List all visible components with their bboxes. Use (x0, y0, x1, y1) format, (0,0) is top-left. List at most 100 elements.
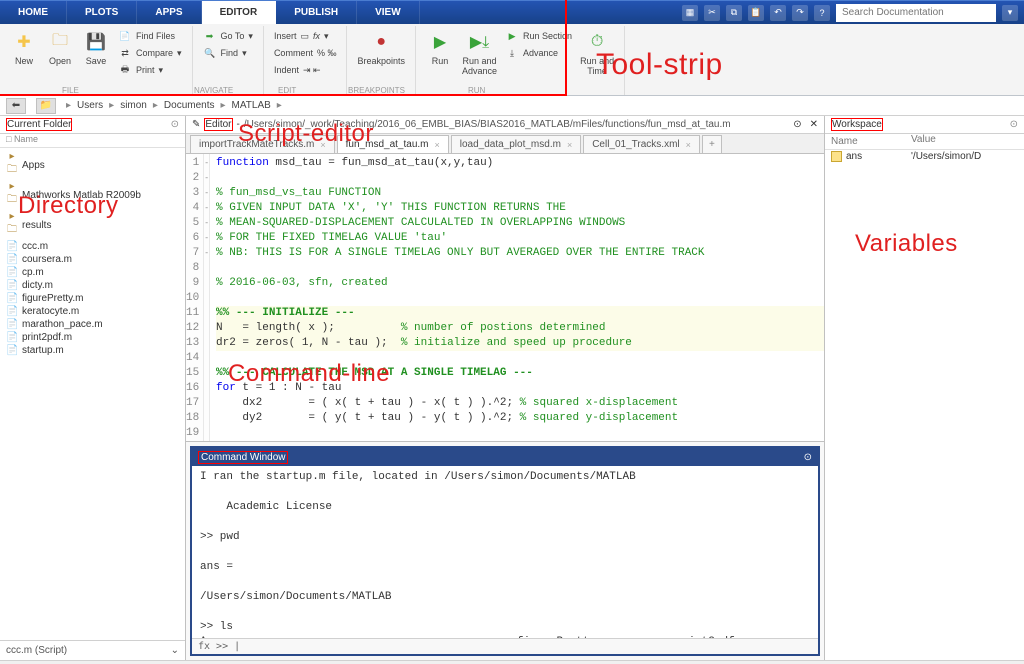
tab-view[interactable]: VIEW (357, 1, 420, 24)
find-files-icon: 📄 (118, 29, 132, 43)
tab-label: importTrackMateTracks.m (199, 139, 314, 150)
insert-button[interactable]: Insert ▭ fx ▾ (270, 28, 341, 44)
group-file-label: FILE (62, 86, 79, 95)
run-section-button[interactable]: ▶Run Section (501, 28, 576, 44)
editor-tabbar: importTrackMateTracks.m×fun_msd_at_tau.m… (186, 134, 824, 154)
close-icon[interactable]: × (567, 140, 572, 150)
editor-title-bar: ✎ Editor - /Users/simon/_work/Teaching/2… (186, 116, 824, 134)
file-item[interactable]: 📄figurePretty.m (2, 292, 183, 305)
panel-menu-icon[interactable]: ⊙ (1010, 119, 1018, 130)
bc-matlab[interactable]: MATLAB (232, 100, 271, 111)
current-folder-title: Current Folder ⊙ (0, 116, 185, 134)
run-button[interactable]: ▶ Run (422, 28, 458, 68)
item-label: startup.m (22, 345, 64, 356)
editor-close-icon[interactable]: ✕ (810, 119, 818, 130)
file-info-selector[interactable]: ccc.m (Script) ⌄ (0, 640, 185, 660)
folder-item[interactable]: ▸ 🗀 Apps (2, 150, 183, 180)
editor-tab[interactable]: Cell_01_Tracks.xml× (583, 135, 700, 153)
file-item[interactable]: 📄startup.m (2, 344, 183, 357)
command-output[interactable]: I ran the startup.m file, located in /Us… (192, 466, 818, 638)
indent-button[interactable]: Indent ⇥ ⇤ (270, 62, 341, 78)
code-editor[interactable]: 123456789101112131415161718192021 ------… (186, 154, 824, 442)
breakpoint-icon: ● (369, 30, 393, 54)
item-label: ccc.m (22, 241, 48, 252)
tab-publish[interactable]: PUBLISH (276, 1, 357, 24)
folder-icon: ▸ 🗀 (6, 151, 18, 179)
bc-users[interactable]: Users (77, 100, 103, 111)
redo-icon[interactable]: ↷ (792, 5, 808, 21)
help-icon[interactable]: ? (814, 5, 830, 21)
folder-item[interactable]: ▸ 🗀 results (2, 210, 183, 240)
variable-value: '/Users/simon/D (905, 151, 1024, 162)
compare-button[interactable]: ⇄Compare ▾ (114, 45, 186, 61)
file-item[interactable]: 📄coursera.m (2, 253, 183, 266)
variable-name: ans (846, 151, 862, 162)
file-item[interactable]: 📄marathon_pace.m (2, 318, 183, 331)
group-breakpoints-label: BREAKPOINTS (348, 86, 405, 95)
file-icon: 📄 (6, 319, 18, 330)
file-item[interactable]: 📄print2pdf.m (2, 331, 183, 344)
print-button[interactable]: 🖶Print ▾ (114, 62, 186, 78)
item-label: cp.m (22, 267, 44, 278)
file-icon: 📄 (6, 280, 18, 291)
variable-icon (831, 151, 842, 162)
breadcrumb-root-icon[interactable]: 📁 (36, 98, 56, 114)
goto-button[interactable]: ➡Go To ▾ (199, 28, 257, 44)
editor-tab[interactable]: load_data_plot_msd.m × (451, 135, 581, 153)
run-advance-button[interactable]: ▶⤓ Run and Advance (458, 28, 501, 78)
close-icon[interactable]: × (686, 140, 691, 150)
find-button[interactable]: 🔍Find ▾ (199, 45, 257, 61)
new-button[interactable]: ✚ New (6, 28, 42, 68)
file-icon: 📄 (6, 293, 18, 304)
breadcrumb-back-icon[interactable]: ⬅ (6, 98, 26, 114)
minimize-ribbon-icon[interactable]: ▾ (1002, 5, 1018, 21)
tab-editor[interactable]: EDITOR (202, 1, 277, 24)
workspace-row[interactable]: ans '/Users/simon/D (825, 150, 1024, 163)
breadcrumb: ⬅ 📁 ▸ Users ▸ simon ▸ Documents ▸ MATLAB… (0, 96, 1024, 116)
file-item[interactable]: 📄dicty.m (2, 279, 183, 292)
item-label: Mathworks Matlab R2009b (22, 190, 141, 201)
file-item[interactable]: 📄ccc.m (2, 240, 183, 253)
group-navigate-label: NAVIGATE (194, 86, 233, 95)
item-label: results (22, 220, 51, 231)
comment-button[interactable]: Comment % ‰ (270, 45, 341, 61)
folder-item[interactable]: ▸ 🗀 Mathworks Matlab R2009b (2, 180, 183, 210)
layout-icon[interactable]: ▦ (682, 5, 698, 21)
folder-icon: ▸ 🗀 (6, 211, 18, 239)
close-icon[interactable]: × (320, 140, 325, 150)
undo-icon[interactable]: ↶ (770, 5, 786, 21)
paste-icon[interactable]: 📋 (748, 5, 764, 21)
open-button[interactable]: 🗀 Open (42, 28, 78, 68)
tab-label: load_data_plot_msd.m (460, 139, 561, 150)
print-icon: 🖶 (118, 63, 132, 77)
file-item[interactable]: 📄keratocyte.m (2, 305, 183, 318)
bc-simon[interactable]: simon (120, 100, 147, 111)
item-label: Apps (22, 160, 45, 171)
goto-icon: ➡ (203, 29, 217, 43)
tab-plots[interactable]: PLOTS (67, 1, 137, 24)
directory-list[interactable]: ▸ 🗀 Apps ▸ 🗀 Mathworks Matlab R2009b ▸ 🗀 resu… (0, 148, 185, 640)
run-time-button[interactable]: ⏱ Run and Time (576, 28, 618, 78)
advance-button[interactable]: ⤓Advance (501, 45, 576, 61)
find-files-button[interactable]: 📄Find Files (114, 28, 186, 44)
tab-apps[interactable]: APPS (137, 1, 201, 24)
panel-menu-icon[interactable]: ⊙ (804, 452, 812, 463)
copy-icon[interactable]: ⧉ (726, 5, 742, 21)
panel-menu-icon[interactable]: ⊙ (171, 119, 179, 130)
save-button[interactable]: 💾 Save (78, 28, 114, 68)
search-documentation[interactable] (836, 4, 996, 22)
command-window-title: Command Window (198, 451, 288, 464)
run-advance-icon: ▶⤓ (468, 30, 492, 54)
editor-tab[interactable]: fun_msd_at_tau.m × (337, 135, 449, 153)
breakpoints-button[interactable]: ● Breakpoints (353, 28, 409, 68)
tab-home[interactable]: HOME (0, 1, 67, 24)
close-icon[interactable]: × (434, 140, 439, 150)
folder-icon: ▸ 🗀 (6, 181, 18, 209)
file-item[interactable]: 📄cp.m (2, 266, 183, 279)
bc-documents[interactable]: Documents (164, 100, 215, 111)
cut-icon[interactable]: ✂ (704, 5, 720, 21)
tab-label: fun_msd_at_tau.m (346, 139, 429, 150)
add-tab-button[interactable]: + (702, 135, 722, 153)
command-prompt[interactable]: fx >> | (192, 638, 818, 654)
editor-tab[interactable]: importTrackMateTracks.m × (190, 135, 335, 153)
